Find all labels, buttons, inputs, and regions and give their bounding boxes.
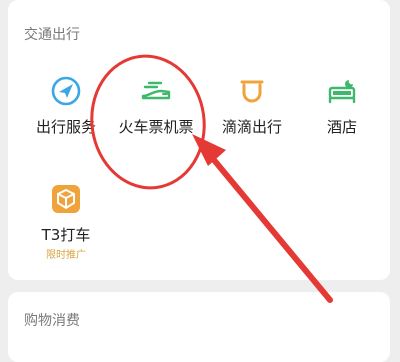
compass-navigation-icon [49, 74, 83, 108]
service-label: 火车票机票 [118, 118, 194, 136]
section-title-transport: 交通出行 [24, 27, 80, 43]
bed-icon [325, 74, 359, 108]
service-didi[interactable]: 滴滴出行 [204, 74, 300, 144]
service-train-flight[interactable]: 火车票机票 [108, 74, 204, 144]
t3-box-icon [49, 182, 83, 216]
train-icon [139, 74, 173, 108]
didi-icon [235, 74, 269, 108]
service-label: 酒店 [326, 118, 357, 136]
section-title-shopping: 购物消费 [24, 313, 80, 329]
service-label: 滴滴出行 [221, 118, 282, 136]
service-hotel[interactable]: 酒店 [294, 74, 390, 144]
promo-badge: 限时推广 [46, 250, 86, 261]
service-label: T3打车 [41, 226, 91, 244]
service-travel[interactable]: 出行服务 [18, 74, 114, 144]
service-t3[interactable]: T3打车 限时推广 [18, 182, 114, 266]
shopping-card: 购物消费 [8, 292, 390, 362]
transport-card: 交通出行 出行服务 火车票机票 滴滴出行 酒店 T3打车 限时推广 [8, 0, 390, 280]
service-label: 出行服务 [35, 118, 96, 136]
